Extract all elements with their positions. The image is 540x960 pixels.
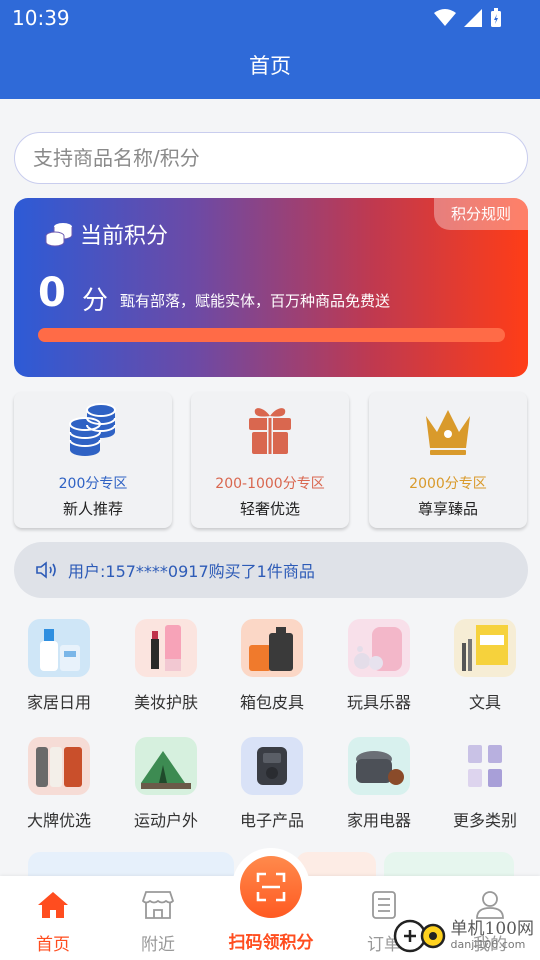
speaker-icon bbox=[34, 558, 58, 586]
category-image bbox=[28, 737, 90, 795]
category-label: 更多类别 bbox=[452, 811, 517, 830]
tab-home[interactable]: 首页 bbox=[13, 890, 93, 955]
category-label: 电子产品 bbox=[239, 811, 304, 830]
zone-range: 2000分专区 bbox=[409, 476, 487, 492]
scan-icon bbox=[256, 872, 286, 902]
category-home-daily[interactable]: 家居日用 bbox=[19, 619, 99, 713]
status-time: 10:39 bbox=[12, 6, 70, 30]
category-luggage[interactable]: 箱包皮具 bbox=[232, 619, 312, 713]
category-brands[interactable]: 大牌优选 bbox=[19, 737, 99, 831]
category-image bbox=[28, 619, 90, 677]
watermark-en: danji100.com bbox=[450, 938, 526, 952]
category-label: 大牌优选 bbox=[26, 811, 91, 830]
points-title-label: 当前积分 bbox=[80, 224, 169, 249]
category-label: 运动户外 bbox=[133, 811, 198, 830]
battery-icon bbox=[491, 8, 501, 27]
watermark-logo-icon bbox=[393, 919, 445, 953]
user-icon bbox=[476, 891, 504, 919]
category-image bbox=[241, 619, 303, 677]
status-bar: 10:39 bbox=[0, 0, 540, 36]
status-icons bbox=[434, 8, 502, 28]
purchase-notice-bar[interactable]: 用户:157****0917购买了1件商品 bbox=[14, 542, 528, 598]
zone-card-200-1000[interactable]: 200-1000分专区 轻奢优选 bbox=[191, 392, 349, 528]
zone-name: 轻奢优选 bbox=[239, 500, 300, 518]
zone-range: 200分专区 bbox=[58, 476, 128, 492]
category-label: 家用电器 bbox=[346, 811, 411, 830]
zone-name: 尊享臻品 bbox=[417, 500, 478, 518]
search-input[interactable] bbox=[15, 133, 527, 183]
category-toys[interactable]: 玩具乐器 bbox=[339, 619, 419, 713]
points-rules-button[interactable]: 积分规则 bbox=[434, 198, 528, 230]
wifi-icon bbox=[434, 9, 456, 26]
tab-scan-points-label[interactable]: 扫码领积分 bbox=[205, 928, 337, 953]
crown-icon bbox=[423, 402, 473, 462]
search-box[interactable] bbox=[14, 132, 528, 184]
category-outdoor[interactable]: 运动户外 bbox=[126, 737, 206, 831]
category-label: 美妆护肤 bbox=[133, 693, 198, 712]
zone-range: 200-1000分专区 bbox=[215, 476, 325, 492]
points-card-title: 当前积分 bbox=[44, 218, 168, 250]
category-image bbox=[135, 737, 197, 795]
orders-icon bbox=[372, 891, 396, 919]
category-appliances[interactable]: 家用电器 bbox=[339, 737, 419, 831]
category-label: 箱包皮具 bbox=[239, 693, 304, 712]
notice-text: 用户:157****0917购买了1件商品 bbox=[68, 562, 315, 581]
points-unit: 分 bbox=[82, 286, 109, 316]
zone-card-200[interactable]: 200分专区 新人推荐 bbox=[14, 392, 172, 528]
watermark-cn: 单机100网 bbox=[450, 919, 534, 940]
tab-label: 附近 bbox=[141, 935, 175, 955]
zone-card-2000[interactable]: 2000分专区 尊享臻品 bbox=[369, 392, 527, 528]
category-stationery[interactable]: 文具 bbox=[445, 619, 525, 713]
points-card: 积分规则 当前积分 0 分 甄有部落，赋能实体，百万种商品免费送 bbox=[14, 198, 528, 377]
signal-icon bbox=[464, 9, 482, 27]
category-electronics[interactable]: 电子产品 bbox=[232, 737, 312, 831]
points-value: 0 bbox=[38, 270, 66, 316]
scan-button[interactable] bbox=[240, 856, 302, 918]
category-label: 文具 bbox=[468, 693, 501, 712]
category-more[interactable]: 更多类别 bbox=[445, 737, 525, 831]
points-progress-bar bbox=[38, 328, 505, 342]
category-image bbox=[454, 737, 516, 795]
category-image bbox=[348, 619, 410, 677]
top-nav-bar: 首页 bbox=[0, 36, 540, 99]
category-label: 家居日用 bbox=[26, 693, 91, 712]
zone-name: 新人推荐 bbox=[62, 500, 123, 518]
tab-label: 首页 bbox=[36, 935, 70, 955]
tab-nearby[interactable]: 附近 bbox=[118, 890, 198, 955]
category-image bbox=[135, 619, 197, 677]
home-icon bbox=[38, 892, 68, 918]
coins-stack-icon bbox=[68, 402, 118, 462]
site-watermark: 单机100网 danji100.com bbox=[393, 918, 534, 954]
category-beauty[interactable]: 美妆护肤 bbox=[126, 619, 206, 713]
category-image bbox=[241, 737, 303, 795]
coins-icon bbox=[45, 223, 73, 247]
category-label: 玩具乐器 bbox=[346, 693, 411, 712]
category-image bbox=[348, 737, 410, 795]
store-icon bbox=[141, 891, 175, 919]
points-slogan: 甄有部落，赋能实体，百万种商品免费送 bbox=[120, 292, 391, 310]
category-image bbox=[454, 619, 516, 677]
gift-box-icon bbox=[245, 402, 295, 462]
page-title: 首页 bbox=[249, 54, 291, 78]
